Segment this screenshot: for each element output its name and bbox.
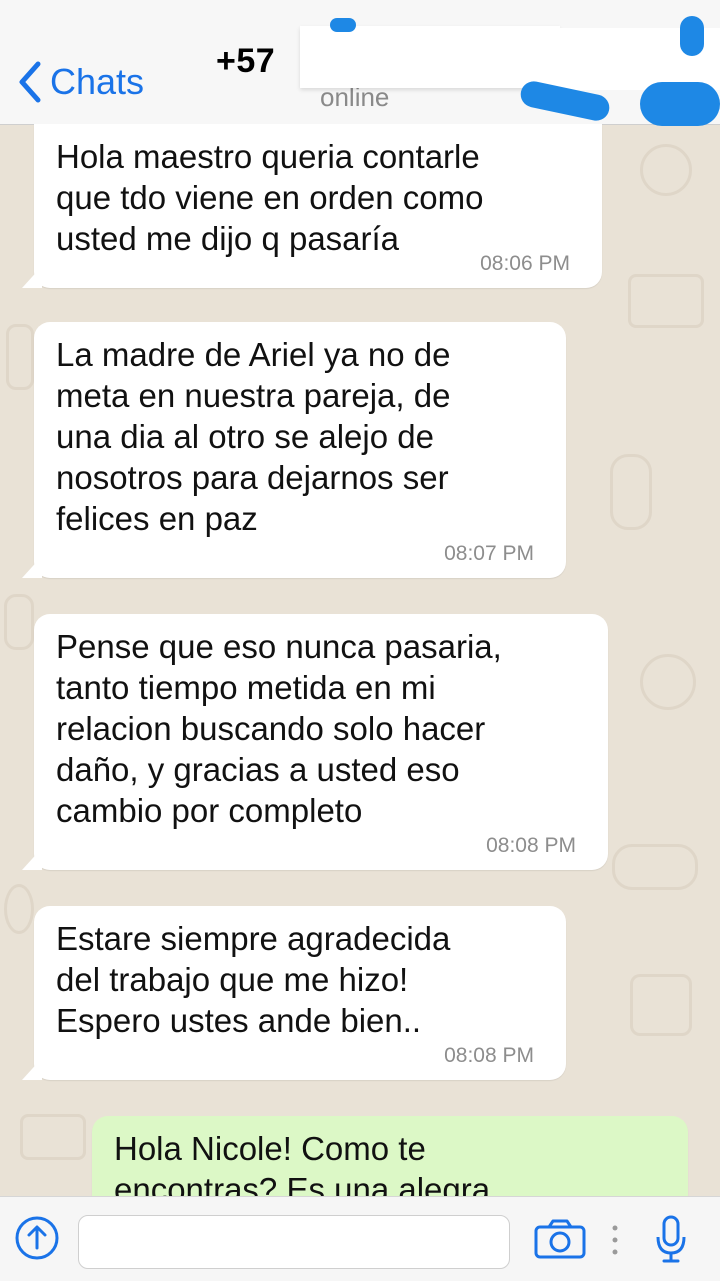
- message-input[interactable]: [78, 1215, 510, 1269]
- redaction-box: [300, 26, 560, 88]
- message-time: 08:06 PM: [480, 252, 570, 275]
- bubble-tail: [22, 266, 42, 288]
- more-dots-icon[interactable]: [609, 1223, 621, 1257]
- message-bubble[interactable]: La madre de Ariel ya no de meta en nuest…: [22, 322, 566, 578]
- message-bubble-outgoing[interactable]: Hola Nicole! Como te encontras? Es una a…: [92, 1116, 688, 1196]
- doodle: [20, 1114, 86, 1160]
- message-time: 08:08 PM: [486, 834, 576, 857]
- message-text: Hola Nicole! Como te encontras? Es una a…: [114, 1130, 491, 1196]
- chat-header: Chats +57 online: [0, 0, 720, 126]
- redaction-scribble: [330, 18, 356, 32]
- doodle: [640, 144, 692, 196]
- message-text: Pense que eso nunca pasaria, tanto tiemp…: [56, 628, 502, 829]
- message-text: La madre de Ariel ya no de meta en nuest…: [56, 336, 451, 537]
- doodle: [628, 274, 704, 328]
- message-text: Estare siempre agradecida del trabajo qu…: [56, 920, 451, 1039]
- doodle: [610, 454, 652, 530]
- redaction-scribble: [640, 82, 720, 126]
- message-text: Hola maestro queria contarle que tdo vie…: [56, 138, 484, 257]
- doodle: [4, 884, 34, 934]
- composer-bar: [0, 1196, 720, 1281]
- doodle: [630, 974, 692, 1036]
- bubble-tail: [22, 848, 42, 870]
- back-label: Chats: [50, 61, 145, 102]
- contact-name[interactable]: +57: [216, 42, 275, 81]
- camera-icon[interactable]: [534, 1219, 586, 1259]
- message-bubble[interactable]: Hola maestro queria contarle que tdo vie…: [22, 124, 602, 288]
- message-time: 08:08 PM: [444, 1044, 534, 1067]
- redaction-scribble: [680, 16, 704, 56]
- message-bubble[interactable]: Pense que eso nunca pasaria, tanto tiemp…: [22, 614, 608, 870]
- doodle: [4, 594, 34, 650]
- share-upload-icon[interactable]: [14, 1215, 60, 1261]
- doodle: [6, 324, 34, 390]
- back-button[interactable]: Chats: [18, 58, 144, 106]
- bubble-tail: [22, 556, 42, 578]
- message-bubble[interactable]: Estare siempre agradecida del trabajo qu…: [22, 906, 566, 1080]
- chevron-left-icon: [19, 61, 41, 103]
- bubble-tail: [22, 1058, 42, 1080]
- message-time: 08:07 PM: [444, 542, 534, 565]
- doodle: [640, 654, 696, 710]
- microphone-icon[interactable]: [654, 1215, 688, 1265]
- doodle: [612, 844, 698, 890]
